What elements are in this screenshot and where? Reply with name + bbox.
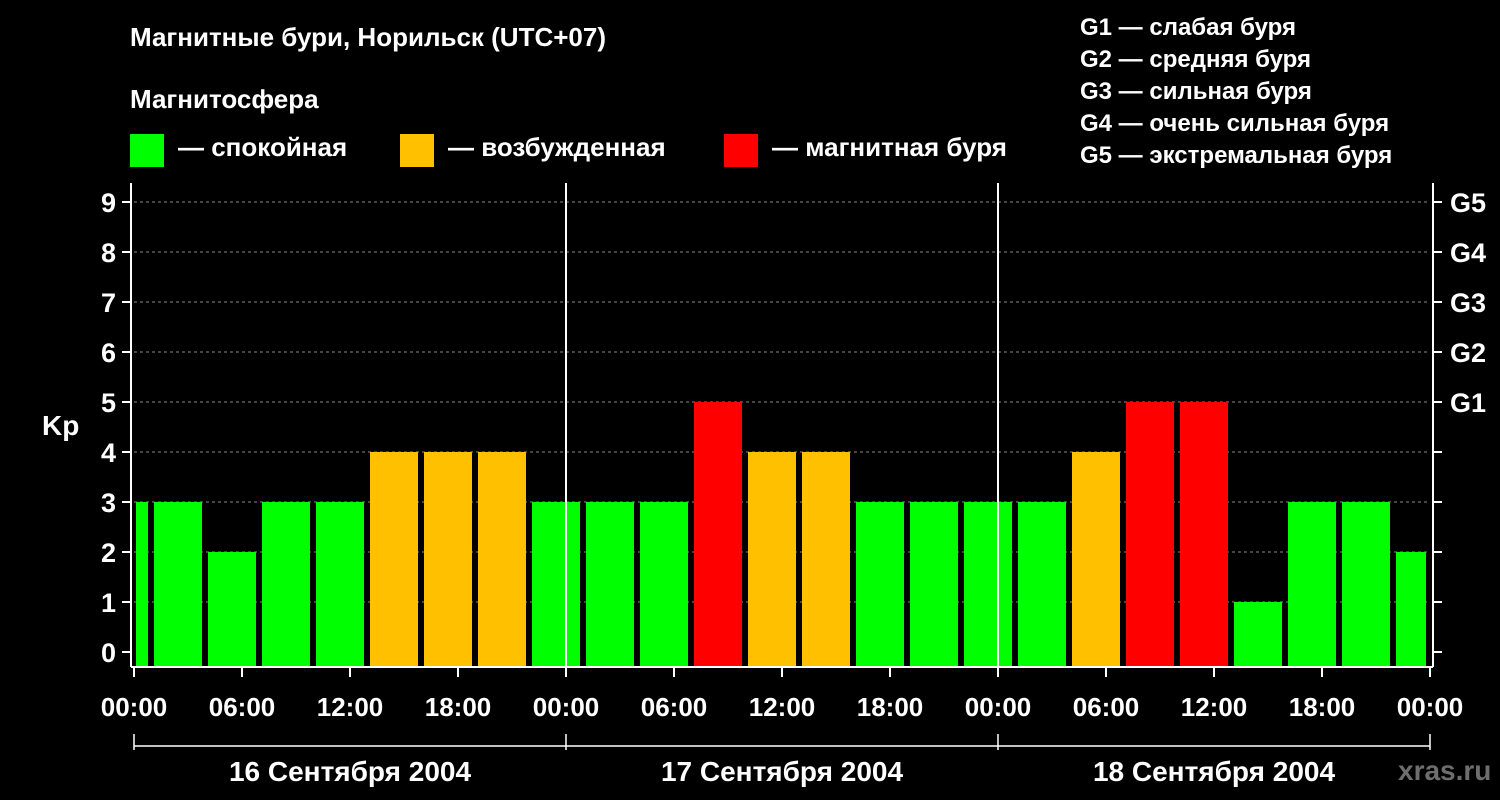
kp-bar bbox=[856, 502, 904, 667]
g-tick-label: G5 bbox=[1450, 188, 1486, 218]
y-tick-label: 1 bbox=[101, 588, 116, 618]
kp-bar bbox=[370, 452, 418, 667]
x-tick-label: 18:00 bbox=[857, 692, 924, 722]
kp-bar bbox=[316, 502, 364, 667]
kp-bar bbox=[262, 502, 310, 667]
kp-bar bbox=[586, 502, 634, 667]
x-tick-label: 18:00 bbox=[1289, 692, 1356, 722]
y-tick-label: 9 bbox=[101, 188, 116, 218]
g-tick-label: G2 bbox=[1450, 338, 1486, 368]
y-tick-label: 0 bbox=[101, 638, 116, 668]
kp-bar bbox=[424, 452, 472, 667]
kp-bar bbox=[1126, 402, 1174, 667]
kp-bar bbox=[1342, 502, 1390, 667]
x-tick-label: 00:00 bbox=[101, 692, 168, 722]
x-tick-label: 06:00 bbox=[641, 692, 708, 722]
kp-bar bbox=[1234, 602, 1282, 667]
x-tick-label: 12:00 bbox=[749, 692, 816, 722]
y-tick-label: 2 bbox=[101, 538, 116, 568]
kp-bar bbox=[1018, 502, 1066, 667]
kp-bar bbox=[136, 502, 148, 667]
kp-bar bbox=[532, 502, 580, 667]
x-tick-label: 06:00 bbox=[209, 692, 276, 722]
x-tick-label: 00:00 bbox=[965, 692, 1032, 722]
x-tick-label: 06:00 bbox=[1073, 692, 1140, 722]
y-tick-label: 3 bbox=[101, 488, 116, 518]
x-tick-label: 00:00 bbox=[1397, 692, 1464, 722]
kp-bar bbox=[910, 502, 958, 667]
y-tick-label: 6 bbox=[101, 338, 116, 368]
kp-bar bbox=[1072, 452, 1120, 667]
kp-bar bbox=[964, 502, 1012, 667]
x-tick-label: 00:00 bbox=[533, 692, 600, 722]
y-tick-label: 7 bbox=[101, 288, 116, 318]
kp-bar bbox=[1288, 502, 1336, 667]
kp-bar bbox=[640, 502, 688, 667]
kp-bar bbox=[748, 452, 796, 667]
kp-bar bbox=[1180, 402, 1228, 667]
kp-bar bbox=[802, 452, 850, 667]
kp-bar-chart: 0 1 2 3 4 5 6 7 8 9 G1 G2 G3 G4 G5 00:00 06:00 12:00 18:00… bbox=[101, 183, 1486, 787]
day-label: 18 Сентября 2004 bbox=[1093, 756, 1336, 787]
y-tick-label: 4 bbox=[101, 438, 116, 468]
kp-bar bbox=[208, 552, 256, 667]
x-tick-label: 12:00 bbox=[317, 692, 384, 722]
x-tick-label: 12:00 bbox=[1181, 692, 1248, 722]
g-tick-label: G1 bbox=[1450, 388, 1486, 418]
kp-bar bbox=[1396, 552, 1426, 667]
kp-bar bbox=[154, 502, 202, 667]
y-tick-label: 8 bbox=[101, 238, 116, 268]
x-tick-label: 18:00 bbox=[425, 692, 492, 722]
kp-bar bbox=[694, 402, 742, 667]
day-label: 16 Сентября 2004 bbox=[229, 756, 472, 787]
g-tick-label: G3 bbox=[1450, 288, 1486, 318]
kp-bar bbox=[478, 452, 526, 667]
day-label: 17 Сентября 2004 bbox=[661, 756, 904, 787]
y-tick-label: 5 bbox=[101, 388, 116, 418]
g-tick-label: G4 bbox=[1450, 238, 1486, 268]
